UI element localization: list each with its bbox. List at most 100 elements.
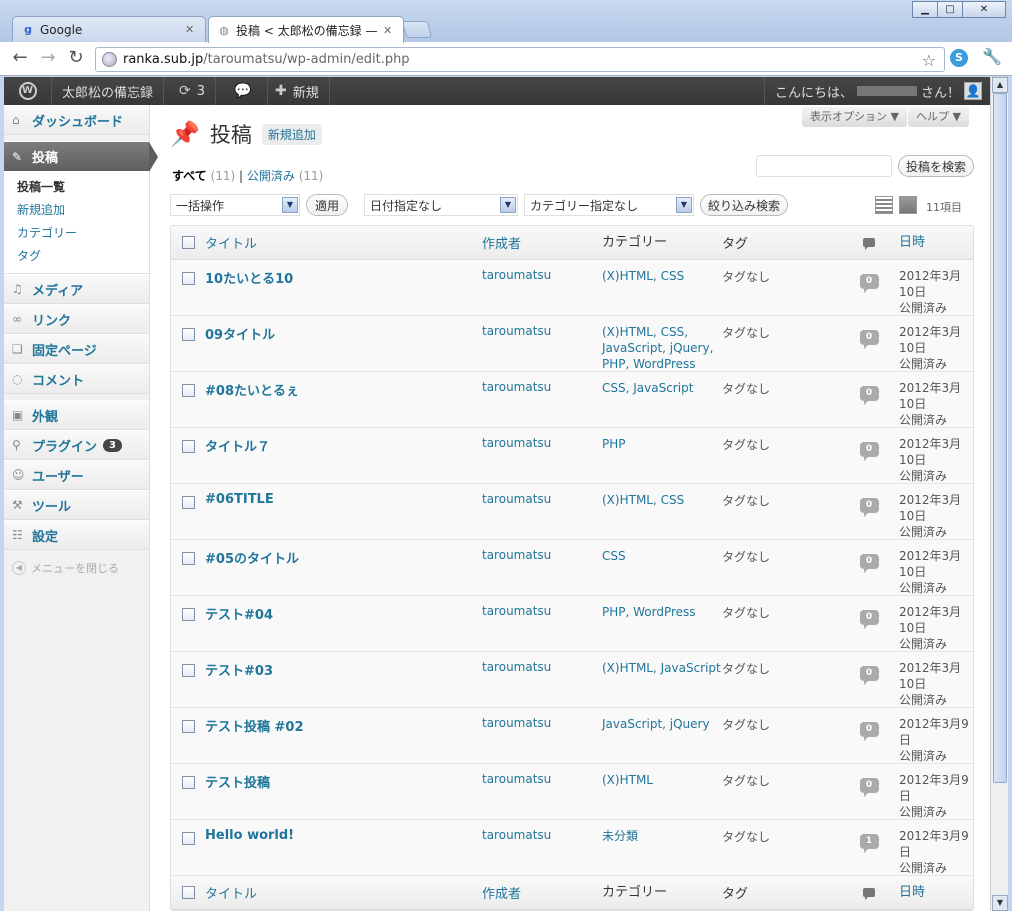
- my-account-link[interactable]: こんにちは、 さん！ 👤: [763, 77, 990, 105]
- comment-count-icon[interactable]: 0: [859, 442, 879, 461]
- row-checkbox[interactable]: [181, 832, 195, 845]
- comment-count-icon[interactable]: 0: [859, 610, 879, 629]
- post-author-link[interactable]: taroumatsu: [482, 484, 602, 539]
- col-title-footer[interactable]: タイトル: [205, 883, 482, 902]
- menu-plugins[interactable]: ⚲ プラグイン 3: [4, 430, 149, 460]
- category-filter-select[interactable]: カテゴリー指定なし ▼: [524, 194, 694, 216]
- apply-button[interactable]: 適用: [306, 194, 348, 216]
- row-checkbox[interactable]: [181, 440, 195, 453]
- col-date-header[interactable]: 日時: [899, 235, 973, 251]
- post-title-link[interactable]: Hello world!: [205, 820, 482, 875]
- post-categories[interactable]: (X)HTML, CSS, JavaScript, jQuery, PHP, W…: [602, 316, 722, 371]
- extension-icon[interactable]: S: [950, 49, 968, 67]
- comments-column-icon[interactable]: [863, 888, 875, 900]
- menu-users[interactable]: ☺ ユーザー: [4, 460, 149, 490]
- search-input[interactable]: [756, 155, 892, 177]
- select-all-checkbox[interactable]: [181, 236, 195, 249]
- comments-column-icon[interactable]: [863, 238, 875, 250]
- scroll-up-icon[interactable]: ▲: [992, 77, 1008, 93]
- post-title-link[interactable]: #08たいとるぇ: [205, 372, 482, 427]
- scroll-thumb[interactable]: [993, 93, 1007, 783]
- vertical-scrollbar[interactable]: ▲ ▼: [990, 77, 1008, 911]
- wordpress-logo-icon[interactable]: W: [4, 77, 52, 105]
- comment-count-icon[interactable]: 0: [859, 274, 879, 293]
- post-title-link[interactable]: タイトル７: [205, 428, 482, 483]
- post-categories[interactable]: (X)HTML, CSS: [602, 484, 722, 539]
- row-checkbox[interactable]: [181, 664, 195, 677]
- post-categories[interactable]: (X)HTML, JavaScript: [602, 652, 722, 707]
- post-categories[interactable]: CSS: [602, 540, 722, 595]
- menu-tools[interactable]: ⚒ ツール: [4, 490, 149, 520]
- col-title-header[interactable]: タイトル: [205, 233, 482, 252]
- tab-google[interactable]: g Google ✕: [12, 16, 206, 42]
- menu-appearance[interactable]: ▣ 外観: [4, 400, 149, 430]
- site-name-link[interactable]: 太郎松の備忘録: [52, 77, 165, 105]
- menu-dashboard[interactable]: ⌂ ダッシュボード: [4, 105, 149, 135]
- submenu-all-posts[interactable]: 投稿一覧: [4, 175, 149, 198]
- post-author-link[interactable]: taroumatsu: [482, 596, 602, 651]
- maximize-button[interactable]: □: [937, 1, 963, 18]
- row-checkbox[interactable]: [181, 720, 195, 733]
- menu-pages[interactable]: ❏ 固定ページ: [4, 334, 149, 364]
- col-author-header[interactable]: 作成者: [482, 233, 602, 252]
- post-categories[interactable]: 未分類: [602, 820, 722, 875]
- reload-icon[interactable]: ↻: [64, 47, 88, 68]
- post-author-link[interactable]: taroumatsu: [482, 652, 602, 707]
- submenu-add-new[interactable]: 新規追加: [4, 198, 149, 221]
- address-bar[interactable]: ranka.sub.jp/taroumatsu/wp-admin/edit.ph…: [95, 47, 945, 72]
- menu-comments[interactable]: ◌ コメント: [4, 364, 149, 394]
- post-title-link[interactable]: テスト#04: [205, 596, 482, 651]
- menu-links[interactable]: ∞ リンク: [4, 304, 149, 334]
- post-title-link[interactable]: テスト投稿: [205, 764, 482, 819]
- minimize-button[interactable]: ▁: [912, 1, 938, 18]
- comments-bar-link[interactable]: 💬: [224, 77, 269, 105]
- post-title-link[interactable]: #06TITLE: [205, 484, 482, 539]
- col-date-footer[interactable]: 日時: [899, 885, 973, 901]
- post-author-link[interactable]: taroumatsu: [482, 428, 602, 483]
- post-categories[interactable]: (X)HTML, CSS: [602, 260, 722, 315]
- row-checkbox[interactable]: [181, 552, 195, 565]
- post-title-link[interactable]: #05のタイトル: [205, 540, 482, 595]
- bookmark-star-icon[interactable]: ☆: [922, 51, 936, 70]
- post-categories[interactable]: JavaScript, jQuery: [602, 708, 722, 763]
- post-categories[interactable]: PHP, WordPress: [602, 596, 722, 651]
- collapse-menu[interactable]: ◀ メニューを閉じる: [4, 550, 149, 586]
- menu-settings[interactable]: ☷ 設定: [4, 520, 149, 550]
- updates-link[interactable]: ⟳ 3: [169, 77, 217, 105]
- select-all-checkbox[interactable]: [181, 886, 195, 899]
- menu-media[interactable]: ♫ メディア: [4, 274, 149, 304]
- help-button[interactable]: ヘルプ ▼: [908, 107, 969, 127]
- comment-count-icon[interactable]: 0: [859, 666, 879, 685]
- filter-published[interactable]: 公開済み: [247, 169, 295, 183]
- row-checkbox[interactable]: [181, 272, 195, 285]
- post-title-link[interactable]: 09タイトル: [205, 316, 482, 371]
- search-posts-button[interactable]: 投稿を検索: [898, 155, 974, 177]
- post-categories[interactable]: PHP: [602, 428, 722, 483]
- row-checkbox[interactable]: [181, 328, 195, 341]
- comment-count-icon[interactable]: 0: [859, 498, 879, 517]
- row-checkbox[interactable]: [181, 608, 195, 621]
- menu-posts[interactable]: ✎ 投稿: [4, 141, 158, 172]
- post-categories[interactable]: (X)HTML: [602, 764, 722, 819]
- add-new-button[interactable]: 新規追加: [261, 123, 322, 145]
- col-author-footer[interactable]: 作成者: [482, 883, 602, 902]
- list-view-icon[interactable]: [875, 196, 893, 214]
- comment-count-icon[interactable]: 1: [859, 834, 879, 853]
- date-filter-select[interactable]: 日付指定なし ▼: [364, 194, 518, 216]
- post-author-link[interactable]: taroumatsu: [482, 764, 602, 819]
- post-title-link[interactable]: 10たいとる10: [205, 260, 482, 315]
- back-icon[interactable]: ←: [8, 47, 32, 68]
- comment-count-icon[interactable]: 0: [859, 722, 879, 741]
- post-author-link[interactable]: taroumatsu: [482, 820, 602, 875]
- close-tab-icon[interactable]: ✕: [383, 24, 395, 37]
- post-author-link[interactable]: taroumatsu: [482, 708, 602, 763]
- wrench-icon[interactable]: 🔧: [982, 47, 1002, 66]
- post-author-link[interactable]: taroumatsu: [482, 540, 602, 595]
- comment-count-icon[interactable]: 0: [859, 330, 879, 349]
- comment-count-icon[interactable]: 0: [859, 554, 879, 573]
- post-author-link[interactable]: taroumatsu: [482, 260, 602, 315]
- excerpt-view-icon[interactable]: [899, 196, 917, 214]
- close-tab-icon[interactable]: ✕: [185, 23, 197, 36]
- forward-icon[interactable]: →: [36, 47, 60, 68]
- post-categories[interactable]: CSS, JavaScript: [602, 372, 722, 427]
